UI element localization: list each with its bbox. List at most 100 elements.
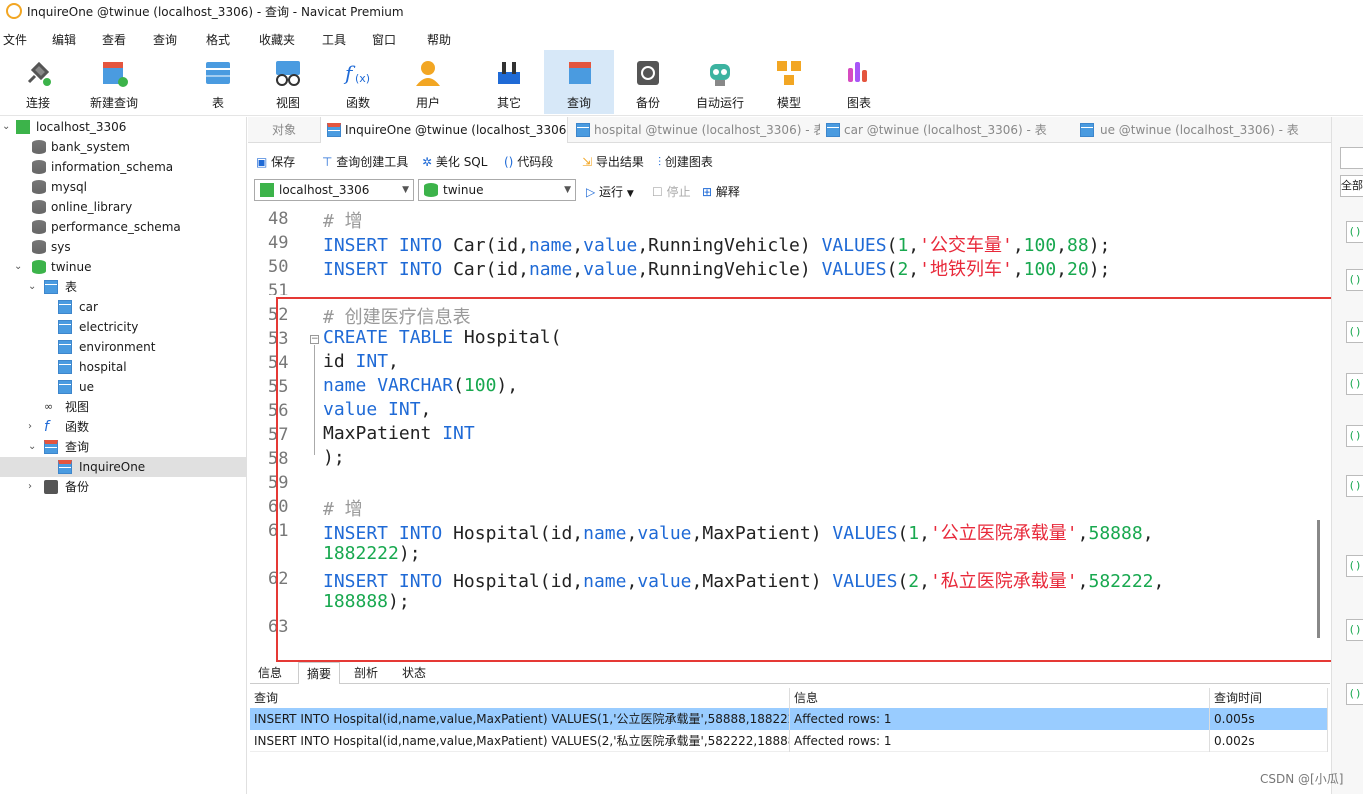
highlight-box xyxy=(276,297,1335,662)
connection-node[interactable]: ⌄ localhost_3306 xyxy=(0,117,246,137)
db-node[interactable]: mysql xyxy=(0,177,246,197)
new-query-button[interactable]: 新建查询 xyxy=(84,50,144,114)
svg-text:(x): (x) xyxy=(355,72,370,85)
table-node[interactable]: environment xyxy=(0,337,246,357)
tab-objects[interactable]: 对象 xyxy=(248,117,320,143)
query-icon xyxy=(58,460,72,474)
snippet-icon[interactable]: () xyxy=(1346,683,1363,705)
table-row[interactable]: INSERT INTO Hospital(id,name,value,MaxPa… xyxy=(250,730,1328,752)
tab-hospital[interactable]: hospital @twinue (localhost_3306) - 表 xyxy=(570,117,820,143)
tab-car[interactable]: car @twinue (localhost_3306) - 表 xyxy=(820,117,1070,143)
db-node[interactable]: online_library xyxy=(0,197,246,217)
tab-summary[interactable]: 摘要 xyxy=(298,662,341,684)
tables-folder[interactable]: ⌄ 表 xyxy=(0,277,246,297)
selector-bar: localhost_3306 ▼ twinue ▼ ▷ 运行 ▼ ☐ 停止 ⊞ 解释 xyxy=(248,177,1331,205)
snippet-icon[interactable]: () xyxy=(1346,269,1363,291)
view-icon: ∞ xyxy=(44,400,54,413)
other-button[interactable]: 其它 xyxy=(474,50,544,114)
db-node[interactable]: sys xyxy=(0,237,246,257)
automation-button[interactable]: 自动运行 xyxy=(690,50,750,114)
col-header-info[interactable]: 信息 xyxy=(790,688,1210,708)
menu-query[interactable]: 查询 xyxy=(153,31,177,48)
db-node[interactable]: information_schema xyxy=(0,157,246,177)
table-icon xyxy=(1080,123,1094,137)
table-icon xyxy=(576,123,590,137)
pin-icon[interactable] xyxy=(1340,147,1363,169)
menu-view[interactable]: 查看 xyxy=(102,31,126,48)
chart-button[interactable]: 图表 xyxy=(829,50,889,114)
create-chart-button[interactable]: ⫶ 创建图表 xyxy=(658,153,713,170)
database-icon xyxy=(32,160,46,174)
user-button[interactable]: 用户 xyxy=(398,50,458,114)
table-node[interactable]: car xyxy=(0,297,246,317)
functions-folder[interactable]: › f 函数 xyxy=(0,417,246,437)
export-results-button[interactable]: ⇲ 导出结果 xyxy=(582,153,644,170)
chart-icon: ⫶ xyxy=(658,155,665,169)
table-row[interactable]: INSERT INTO Hospital(id,name,value,MaxPa… xyxy=(250,708,1328,730)
snippet-icon[interactable]: () xyxy=(1346,321,1363,343)
menu-window[interactable]: 窗口 xyxy=(372,31,396,48)
explain-icon: ⊞ xyxy=(702,185,716,199)
new-query-icon xyxy=(103,62,128,87)
tab-ue[interactable]: ue @twinue (localhost_3306) - 表 xyxy=(1070,117,1320,143)
table-node[interactable]: ue xyxy=(0,377,246,397)
save-button[interactable]: ▣ 保存 xyxy=(256,153,295,170)
database-icon xyxy=(32,260,46,274)
code-snippet-button[interactable]: () 代码段 xyxy=(504,153,553,170)
snippet-icon[interactable]: () xyxy=(1346,373,1363,395)
tab-info[interactable]: 信息 xyxy=(250,662,290,684)
query-builder-button[interactable]: ⊤ 查询创建工具 xyxy=(322,153,408,170)
view-button[interactable]: 视图 xyxy=(258,50,318,114)
table-node[interactable]: electricity xyxy=(0,317,246,337)
snippet-icon[interactable]: () xyxy=(1346,475,1363,497)
snippet-icon[interactable]: () xyxy=(1346,221,1363,243)
stop-button[interactable]: ☐ 停止 xyxy=(652,183,691,200)
explain-button[interactable]: ⊞ 解释 xyxy=(702,183,740,200)
connect-button[interactable]: 连接 xyxy=(8,50,68,114)
queries-folder[interactable]: ⌄ 查询 xyxy=(0,437,246,457)
snippet-icon[interactable]: () xyxy=(1346,619,1363,641)
tab-inquireone[interactable]: InquireOne @twinue (localhost_3306... xyxy=(320,117,568,143)
chart-icon xyxy=(848,62,867,82)
tab-profile[interactable]: 剖析 xyxy=(346,662,386,684)
col-header-query[interactable]: 查询 xyxy=(250,688,790,708)
function-button[interactable]: f (x) 函数 xyxy=(328,50,388,114)
editor-scrollbar[interactable] xyxy=(1317,520,1320,638)
connection-select[interactable]: localhost_3306 ▼ xyxy=(254,179,414,201)
run-button[interactable]: ▷ 运行 ▼ xyxy=(586,183,634,200)
backup-button[interactable]: 备份 xyxy=(618,50,678,114)
table-icon xyxy=(58,380,72,394)
views-folder[interactable]: ∞ 视图 xyxy=(0,397,246,417)
query-button[interactable]: 查询 xyxy=(544,50,614,114)
chevron-down-icon: ▼ xyxy=(564,185,571,195)
snippet-icon[interactable]: () xyxy=(1346,425,1363,447)
database-select[interactable]: twinue ▼ xyxy=(418,179,576,201)
col-header-time[interactable]: 查询时间 xyxy=(1210,688,1328,708)
snippet-icon[interactable]: () xyxy=(1346,555,1363,577)
table-button[interactable]: 表 xyxy=(188,50,248,114)
db-node-twinue[interactable]: ⌄ twinue xyxy=(0,257,246,277)
model-button[interactable]: 模型 xyxy=(759,50,819,114)
db-node[interactable]: bank_system xyxy=(0,137,246,157)
table-node[interactable]: hospital xyxy=(0,357,246,377)
db-node[interactable]: performance_schema xyxy=(0,217,246,237)
menu-edit[interactable]: 编辑 xyxy=(52,31,76,48)
snippet-icon: () xyxy=(504,155,518,169)
menu-format[interactable]: 格式 xyxy=(206,31,230,48)
table-icon xyxy=(58,320,72,334)
menu-file[interactable]: 文件 xyxy=(3,31,27,48)
code-line: INSERT INTO Car(id,name,value,RunningVeh… xyxy=(323,235,1111,256)
backup-folder[interactable]: › 备份 xyxy=(0,477,246,497)
menu-help[interactable]: 帮助 xyxy=(427,31,451,48)
menu-tools[interactable]: 工具 xyxy=(322,31,346,48)
query-icon xyxy=(327,123,341,137)
menu-favorites[interactable]: 收藏夹 xyxy=(259,31,295,48)
main-toolbar: 连接 新建查询 表 视图 f (x) 函数 用户 其它 查询 备份 自动运行 模型 xyxy=(0,50,1363,116)
code-line: # 增 xyxy=(323,211,363,232)
beautify-icon: ✲ xyxy=(422,155,436,169)
filter-all-select[interactable]: 全部 xyxy=(1340,175,1363,197)
beautify-sql-button[interactable]: ✲ 美化 SQL xyxy=(422,153,487,170)
query-item-inquireone[interactable]: InquireOne xyxy=(0,457,246,477)
tab-status[interactable]: 状态 xyxy=(394,662,434,684)
save-icon: ▣ xyxy=(256,155,272,169)
